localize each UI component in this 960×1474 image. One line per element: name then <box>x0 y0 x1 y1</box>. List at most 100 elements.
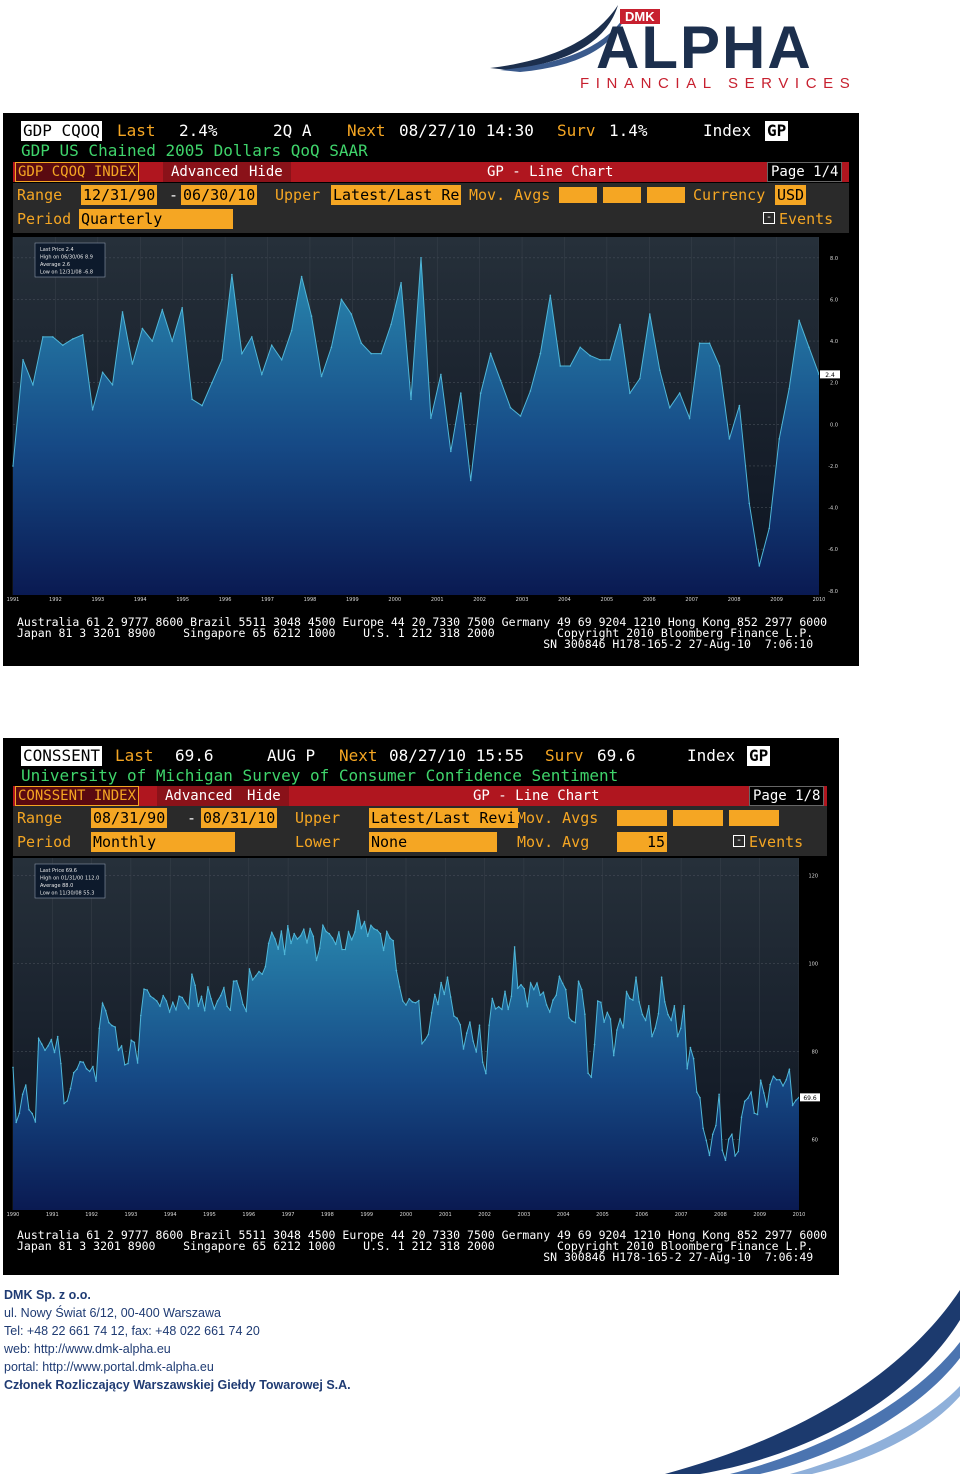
data-point <box>79 1060 81 1063</box>
data-point <box>437 1003 439 1006</box>
data-point <box>143 988 145 990</box>
legend-entry: Low on 11/30/08 55.3 <box>40 891 94 897</box>
data-point <box>201 404 203 407</box>
data-point <box>44 1049 46 1052</box>
currency-field[interactable]: USD <box>775 185 807 205</box>
data-point <box>795 1099 797 1102</box>
web-link[interactable]: web: http://www.dmk-alpha.eu <box>4 1340 604 1358</box>
x-tick-label: 2009 <box>770 597 783 603</box>
data-point <box>648 1005 650 1007</box>
data-point <box>347 931 350 933</box>
data-point <box>69 1087 72 1090</box>
data-point <box>334 943 337 945</box>
data-point <box>568 1016 570 1019</box>
events-toggle[interactable]: - Events <box>733 832 803 852</box>
range-start-field[interactable]: 12/31/90 <box>81 185 158 205</box>
bloomberg-screen-consumer-sentiment: CONSSENT Last 69.6 AUG P Next 08/27/10 1… <box>3 738 839 1275</box>
data-point <box>756 1113 759 1116</box>
advanced-button[interactable]: Advanced <box>157 786 241 806</box>
description-row: University of Michigan Survey of Consume… <box>3 766 839 786</box>
period-field[interactable]: Monthly <box>91 832 235 852</box>
data-point <box>596 1000 599 1002</box>
upper-field[interactable]: Latest/Last Re <box>331 185 462 205</box>
data-point <box>366 935 369 938</box>
data-point <box>499 379 502 382</box>
data-point <box>485 1072 487 1075</box>
movavg-field-3[interactable] <box>647 187 685 203</box>
range-end-field[interactable]: 06/30/10 <box>181 185 258 205</box>
movavg-field-1[interactable] <box>617 810 667 826</box>
x-tick-label: 1995 <box>176 597 189 603</box>
data-point <box>216 1000 219 1002</box>
function-menu-bar: CONSSENT INDEX Advanced Hide GP - Line C… <box>13 786 827 806</box>
data-point <box>689 1046 692 1049</box>
page-indicator[interactable]: Page 1/8 <box>749 786 825 806</box>
data-point <box>111 1024 113 1027</box>
data-point <box>338 931 340 933</box>
data-point <box>569 365 571 367</box>
data-point <box>239 990 241 992</box>
data-point <box>290 329 293 332</box>
x-tick-label: 1992 <box>85 1212 98 1218</box>
movavg-field-2[interactable] <box>673 810 723 826</box>
legend-entry: High on 06/30/06 8.9 <box>40 255 93 261</box>
x-tick-label: 1998 <box>304 597 317 603</box>
y-tick-label: 4.0 <box>830 339 838 345</box>
x-tick-label: 2006 <box>643 597 656 603</box>
hide-button[interactable]: Hide <box>239 786 289 806</box>
y-axis-panel <box>819 237 841 595</box>
data-point <box>772 1075 775 1077</box>
data-point <box>22 359 24 361</box>
lower-field[interactable]: None <box>369 832 497 852</box>
data-point <box>354 931 356 933</box>
data-point <box>32 384 34 386</box>
data-point <box>85 1068 88 1070</box>
period-field[interactable]: Quarterly <box>79 209 233 229</box>
range-end-field[interactable]: 08/31/10 <box>201 808 278 828</box>
x-tick-label: 2003 <box>516 597 529 603</box>
hide-button[interactable]: Hide <box>241 162 291 182</box>
address: ul. Nowy Świat 6/12, 00-400 Warszawa <box>4 1306 221 1320</box>
security-field[interactable]: CONSSENT INDEX <box>15 786 140 806</box>
movavg-field-3[interactable] <box>729 810 779 826</box>
period-code: AUG P <box>267 746 316 765</box>
data-point <box>72 1071 75 1074</box>
x-tick-label: 1994 <box>134 597 147 603</box>
data-point <box>779 1079 781 1081</box>
advanced-button[interactable]: Advanced <box>163 162 247 182</box>
events-toggle[interactable]: - Events <box>763 209 833 229</box>
security-field[interactable]: GDP CQOQ INDEX <box>15 162 140 182</box>
x-tick-label: 1990 <box>7 1212 20 1218</box>
index-label: Index <box>703 121 752 140</box>
range-start-field[interactable]: 08/31/90 <box>91 808 168 828</box>
data-point <box>37 1037 40 1040</box>
data-point <box>769 1083 771 1086</box>
x-tick-label: 2006 <box>635 1212 648 1218</box>
data-point <box>434 993 436 996</box>
page-indicator[interactable]: Page 1/4 <box>767 162 843 182</box>
data-point <box>241 352 243 355</box>
movavg-field-1[interactable] <box>559 187 597 203</box>
events-checkbox-icon[interactable]: - <box>733 834 745 847</box>
movavg2-field[interactable]: 15 <box>617 832 667 852</box>
data-point <box>108 1021 110 1024</box>
x-tick-label: 2010 <box>793 1212 806 1218</box>
x-tick-label: 1997 <box>282 1212 295 1218</box>
legend-entry: High on 01/31/00 112.0 <box>40 876 99 882</box>
data-point <box>114 1026 116 1028</box>
range-label: Range <box>17 186 63 204</box>
data-point <box>280 359 283 361</box>
portal-link[interactable]: portal: http://www.portal.dmk-alpha.eu <box>4 1358 604 1376</box>
x-tick-label: 2002 <box>478 1212 491 1218</box>
upper-field[interactable]: Latest/Last Revi <box>369 808 518 828</box>
data-point <box>549 294 552 297</box>
x-tick-label: 2000 <box>400 1212 413 1218</box>
movavg-field-2[interactable] <box>603 187 641 203</box>
data-point <box>34 1121 37 1123</box>
data-point <box>101 371 104 374</box>
y-tick-label: -2.0 <box>828 464 838 470</box>
data-point <box>778 438 780 440</box>
events-checkbox-icon[interactable]: - <box>763 211 775 224</box>
data-point <box>580 988 583 991</box>
data-point <box>727 1138 730 1140</box>
